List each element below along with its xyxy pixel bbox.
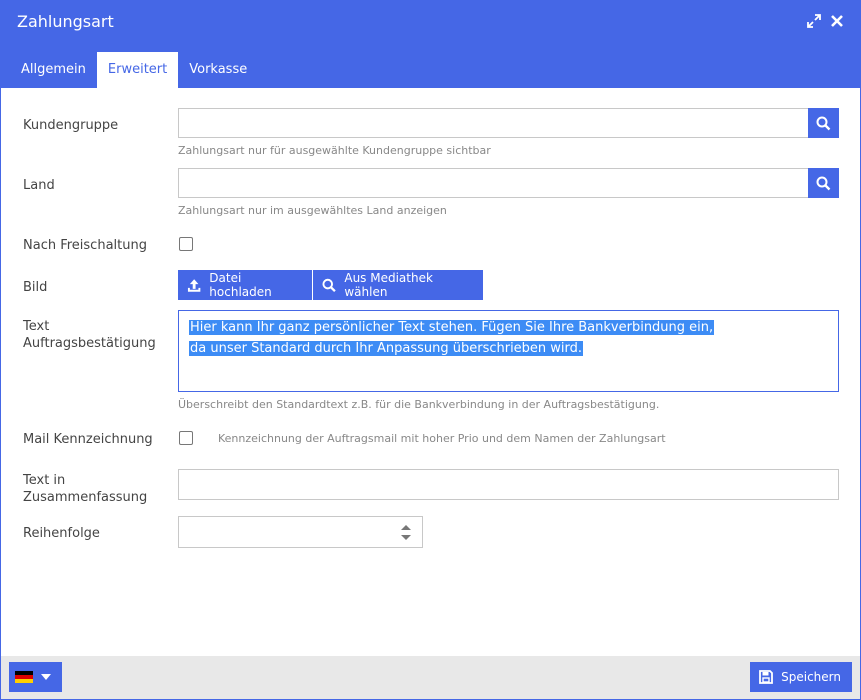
textarea-line-1: Hier kann Ihr ganz persönlicher Text ste…	[189, 320, 715, 335]
text-bestaetigung-textarea[interactable]: Hier kann Ihr ganz persönlicher Text ste…	[178, 310, 839, 392]
land-lookup	[178, 168, 839, 198]
land-input[interactable]	[179, 169, 809, 197]
search-icon	[816, 116, 831, 130]
upload-button[interactable]: Datei hochladen	[178, 270, 312, 300]
text-zusammenfassung-label-line1: Text in	[23, 473, 66, 488]
tab-vorkasse[interactable]: Vorkasse	[178, 52, 258, 88]
text-bestaetigung-help: Überschreibt den Standardtext z.B. für d…	[178, 398, 660, 411]
media-library-button[interactable]: Aus Mediathek wählen	[313, 270, 483, 300]
close-icon[interactable]	[830, 14, 844, 28]
save-button[interactable]: Speichern	[750, 662, 852, 692]
tab-erweitert[interactable]: Erweitert	[96, 52, 179, 88]
mail-kennzeichnung-checkbox[interactable]	[179, 431, 193, 445]
language-selector[interactable]	[9, 662, 62, 692]
title-bar: Zahlungsart Allgemein Erweitert Vorkasse	[1, 1, 860, 88]
save-button-label: Speichern	[781, 670, 841, 684]
search-icon	[816, 176, 831, 190]
tab-allgemein[interactable]: Allgemein	[10, 52, 97, 88]
kundengruppe-label: Kundengruppe	[23, 118, 119, 133]
tab-bar: Allgemein Erweitert Vorkasse	[10, 52, 258, 88]
caret-down-icon	[41, 674, 51, 680]
land-label: Land	[23, 178, 55, 193]
freischaltung-checkbox[interactable]	[179, 237, 193, 251]
text-bestaetigung-label-line1: Text	[23, 319, 50, 334]
reihenfolge-input[interactable]	[178, 516, 423, 548]
text-bestaetigung-label: Text Auftragsbestätigung	[23, 318, 156, 352]
german-flag-icon	[15, 671, 33, 683]
spinner-arrows-icon[interactable]	[400, 523, 412, 542]
mail-kennzeichnung-description: Kennzeichnung der Auftragsmail mit hoher…	[218, 432, 666, 445]
bild-label: Bild	[23, 280, 48, 295]
text-zusammenfassung-label-line2: Zusammenfassung	[23, 490, 148, 505]
dialog-footer: Speichern	[1, 656, 860, 699]
reihenfolge-label: Reihenfolge	[23, 526, 100, 541]
kundengruppe-help: Zahlungsart nur für ausgewählte Kundengr…	[178, 144, 491, 157]
maximize-icon[interactable]	[807, 14, 821, 28]
window-controls	[807, 14, 844, 28]
payment-method-dialog: Zahlungsart Allgemein Erweitert Vorkasse…	[0, 0, 861, 700]
land-search-button[interactable]	[808, 168, 839, 198]
textarea-line-2: da unser Standard durch Ihr Anpassung üb…	[189, 341, 584, 356]
text-zusammenfassung-input[interactable]	[178, 469, 839, 500]
floppy-disk-icon	[759, 670, 774, 684]
land-help: Zahlungsart nur im ausgewähltes Land anz…	[178, 204, 447, 217]
freischaltung-label: Nach Freischaltung	[23, 238, 147, 253]
dialog-title: Zahlungsart	[17, 12, 114, 31]
search-icon	[322, 278, 336, 292]
kundengruppe-lookup	[178, 108, 839, 138]
media-library-button-label: Aus Mediathek wählen	[344, 271, 433, 299]
upload-button-label: Datei hochladen	[209, 271, 272, 299]
mail-kennzeichnung-label: Mail Kennzeichnung	[23, 432, 153, 447]
text-zusammenfassung-label: Text in Zusammenfassung	[23, 472, 147, 506]
kundengruppe-input[interactable]	[179, 109, 809, 137]
text-bestaetigung-label-line2: Auftragsbestätigung	[23, 336, 156, 351]
upload-icon	[187, 278, 201, 292]
kundengruppe-search-button[interactable]	[808, 108, 839, 138]
